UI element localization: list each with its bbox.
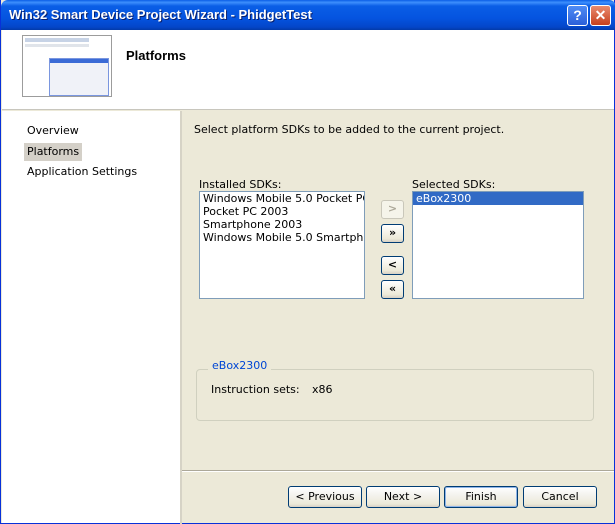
instruction-sets-value: x86 [312,383,333,396]
sdk-details-title: eBox2300 [208,359,272,372]
list-item[interactable]: Smartphone 2003 [200,218,364,231]
cancel-button[interactable]: Cancel [523,486,597,508]
nav-item-application-settings[interactable]: Application Settings [24,163,140,181]
banner-window-title [50,59,108,63]
add-all-sdks-button[interactable]: » [381,224,404,243]
finish-button[interactable]: Finish [444,486,518,508]
selected-sdks-label: Selected SDKs: [412,178,496,191]
list-item[interactable]: eBox2300 [413,192,583,205]
instruction-sets-label: Instruction sets: [211,383,300,396]
title-bar[interactable]: Win32 Smart Device Project Wizard - Phid… [1,0,615,30]
banner-menubar [25,38,89,42]
installed-sdks-label: Installed SDKs: [199,178,282,191]
help-icon[interactable]: ? [567,5,588,26]
window-title: Win32 Smart Device Project Wizard - Phid… [9,7,312,22]
wizard-banner-image [22,35,112,97]
installed-sdks-list[interactable]: Windows Mobile 5.0 Pocket PC SDK Pocket … [199,191,365,299]
add-sdk-button[interactable]: > [381,200,404,219]
wizard-header: Platforms [2,30,614,110]
previous-button[interactable]: < Previous [288,486,362,508]
remove-all-sdks-button[interactable]: « [381,280,404,299]
close-icon[interactable]: ✕ [590,5,611,26]
banner-toolbar [25,44,89,47]
page-title: Platforms [126,48,186,63]
list-item[interactable]: Windows Mobile 5.0 Pocket PC SDK [200,192,364,205]
wizard-nav: Overview Platforms Application Settings [2,111,180,523]
remove-sdk-button[interactable]: < [381,256,404,275]
footer-divider [182,470,614,472]
wizard-window: Win32 Smart Device Project Wizard - Phid… [0,0,615,524]
nav-item-platforms[interactable]: Platforms [24,143,83,161]
main-panel: Select platform SDKs to be added to the … [182,111,614,523]
instruction-text: Select platform SDKs to be added to the … [194,123,505,136]
nav-item-overview[interactable]: Overview [24,122,82,140]
banner-window [49,58,109,96]
list-item[interactable]: Windows Mobile 5.0 Smartphone [200,231,364,244]
list-item[interactable]: Pocket PC 2003 [200,205,364,218]
next-button[interactable]: Next > [366,486,440,508]
selected-sdks-list[interactable]: eBox2300 [412,191,584,299]
